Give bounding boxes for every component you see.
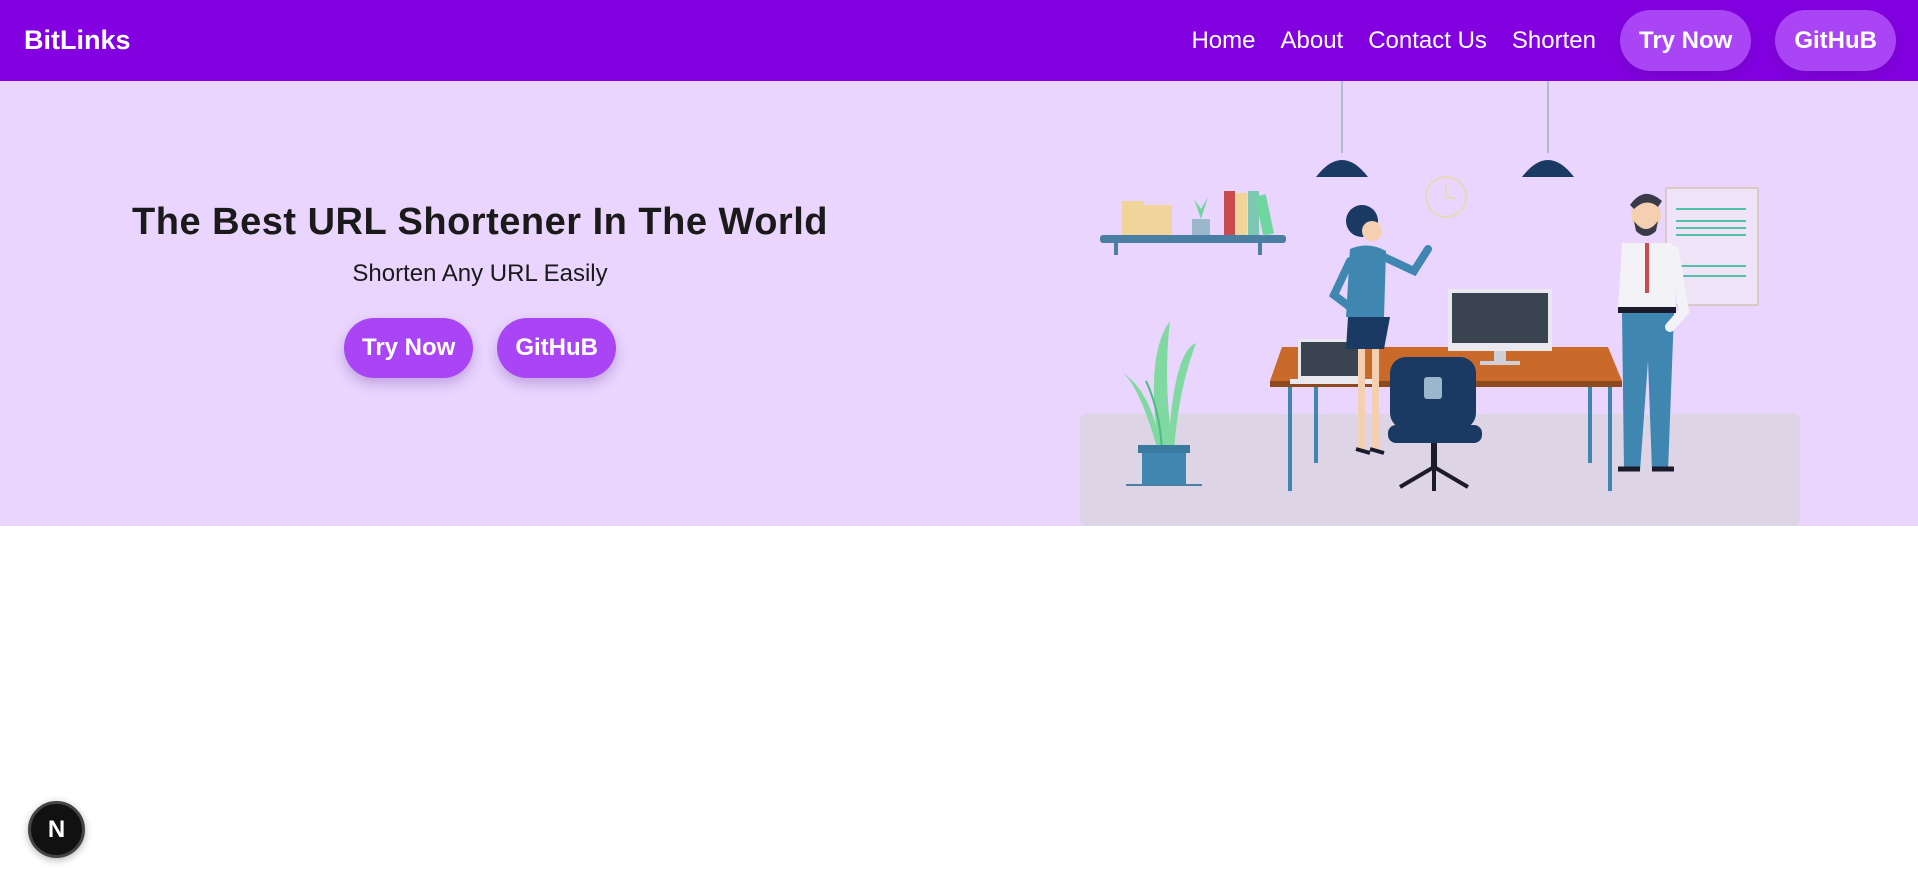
nav-link-shorten[interactable]: Shorten	[1512, 27, 1596, 55]
nav-link-home[interactable]: Home	[1191, 27, 1255, 55]
hero-try-now-button[interactable]: Try Now	[343, 318, 474, 378]
nextjs-icon[interactable]: N	[28, 801, 85, 858]
brand-logo[interactable]: BitLinks	[24, 25, 131, 56]
hero-buttons: Try Now GitHuB	[70, 318, 890, 378]
navbar: BitLinks Home About Contact Us Shorten T…	[0, 0, 1918, 81]
office-illustration-icon	[1080, 81, 1800, 526]
nav-link-about[interactable]: About	[1280, 27, 1343, 55]
nav-try-now-button[interactable]: Try Now	[1619, 10, 1752, 71]
nav-menu: Home About Contact Us Shorten Try Now Gi…	[1191, 10, 1896, 71]
nav-link-contact[interactable]: Contact Us	[1368, 27, 1487, 55]
nav-github-button[interactable]: GitHuB	[1775, 10, 1896, 71]
hero-subtitle: Shorten Any URL Easily	[352, 260, 608, 287]
hero-text: The Best URL Shortener In The World Shor…	[70, 201, 890, 378]
hero-title: The Best URL Shortener In The World	[132, 201, 828, 243]
hero-github-button[interactable]: GitHuB	[497, 318, 616, 378]
hero-section: The Best URL Shortener In The World Shor…	[0, 81, 1918, 526]
